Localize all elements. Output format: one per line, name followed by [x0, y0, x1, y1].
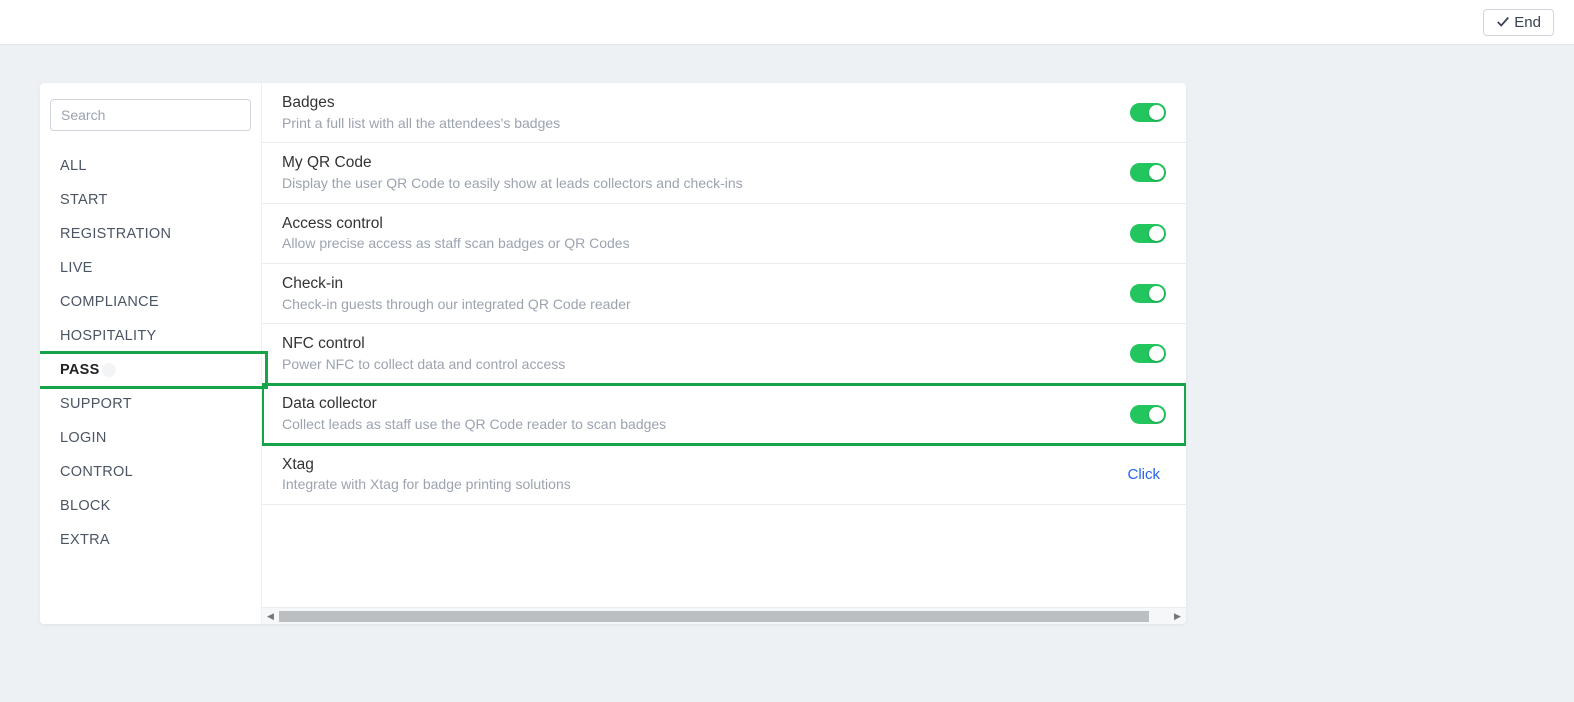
feature-click-link[interactable]: Click: [1128, 466, 1161, 483]
feature-title: Check-in: [282, 273, 1130, 295]
feature-text: XtagIntegrate with Xtag for badge printi…: [282, 454, 1128, 495]
feature-title: Badges: [282, 92, 1130, 114]
page-background: ALL START REGISTRATION LIVE COMPLIANCE HOSPIT…: [0, 45, 1574, 702]
sidebar-item-all[interactable]: ALL: [50, 149, 251, 183]
sidebar-item-label: PASS: [60, 362, 100, 378]
sidebar-item-label: REGISTRATION: [60, 226, 171, 242]
feature-title: Access control: [282, 213, 1130, 235]
sidebar-item-label: HOSPITALITY: [60, 328, 157, 344]
sidebar-item-live[interactable]: LIVE: [50, 251, 251, 285]
feature-row-check-in: Check-inCheck-in guests through our inte…: [262, 264, 1186, 324]
feature-row-badges: BadgesPrint a full list with all the att…: [262, 83, 1186, 143]
sidebar-item-label: COMPLIANCE: [60, 294, 159, 310]
feature-text: BadgesPrint a full list with all the att…: [282, 92, 1130, 133]
sidebar-item-control[interactable]: CONTROL: [50, 455, 251, 489]
feature-description: Print a full list with all the attendees…: [282, 114, 1130, 134]
sidebar-item-compliance[interactable]: COMPLIANCE: [50, 285, 251, 319]
sidebar-item-registration[interactable]: REGISTRATION: [50, 217, 251, 251]
end-button-label: End: [1514, 14, 1541, 31]
nav-list: ALL START REGISTRATION LIVE COMPLIANCE HOSPIT…: [50, 149, 251, 557]
content-panel: BadgesPrint a full list with all the att…: [262, 83, 1186, 624]
sidebar-item-label: LOGIN: [60, 430, 107, 446]
feature-row-my-qr-code: My QR CodeDisplay the user QR Code to ea…: [262, 143, 1186, 203]
sidebar-item-label: EXTRA: [60, 532, 110, 548]
sidebar-item-block[interactable]: BLOCK: [50, 489, 251, 523]
search-input[interactable]: [50, 99, 251, 131]
horizontal-scrollbar[interactable]: ◀ ▶: [262, 607, 1186, 624]
feature-title: Data collector: [282, 393, 1130, 415]
feature-description: Collect leads as staff use the QR Code r…: [282, 415, 1130, 435]
feature-text: Check-inCheck-in guests through our inte…: [282, 273, 1130, 314]
sidebar-item-label: BLOCK: [60, 498, 111, 514]
end-button[interactable]: End: [1483, 9, 1554, 36]
feature-text: NFC controlPower NFC to collect data and…: [282, 333, 1130, 374]
sidebar-item-label: LIVE: [60, 260, 93, 276]
sidebar-item-login[interactable]: LOGIN: [50, 421, 251, 455]
feature-row-access-control: Access controlAllow precise access as st…: [262, 204, 1186, 264]
feature-toggle[interactable]: [1130, 405, 1166, 424]
check-icon: [1496, 15, 1510, 29]
feature-text: My QR CodeDisplay the user QR Code to ea…: [282, 152, 1130, 193]
feature-toggle[interactable]: [1130, 344, 1166, 363]
feature-title: NFC control: [282, 333, 1130, 355]
scrollbar-track-inner: [279, 611, 1169, 622]
sidebar: ALL START REGISTRATION LIVE COMPLIANCE HOSPIT…: [40, 83, 262, 624]
feature-toggle[interactable]: [1130, 163, 1166, 182]
feature-toggle[interactable]: [1130, 224, 1166, 243]
sidebar-item-start[interactable]: START: [50, 183, 251, 217]
feature-text: Data collectorCollect leads as staff use…: [282, 393, 1130, 434]
settings-card: ALL START REGISTRATION LIVE COMPLIANCE HOSPIT…: [40, 83, 1186, 624]
feature-description: Allow precise access as staff scan badge…: [282, 234, 1130, 254]
scrollbar-thumb[interactable]: [279, 611, 1149, 622]
feature-description: Power NFC to collect data and control ac…: [282, 355, 1130, 375]
scroll-left-arrow[interactable]: ◀: [262, 608, 279, 625]
sidebar-item-label: ALL: [60, 158, 87, 174]
feature-toggle[interactable]: [1130, 103, 1166, 122]
sidebar-item-hospitality[interactable]: HOSPITALITY: [50, 319, 251, 353]
sidebar-item-label: START: [60, 192, 108, 208]
feature-row-xtag: XtagIntegrate with Xtag for badge printi…: [262, 445, 1186, 505]
sidebar-item-support[interactable]: SUPPORT: [50, 387, 251, 421]
sidebar-item-label: SUPPORT: [60, 396, 132, 412]
feature-description: Integrate with Xtag for badge printing s…: [282, 475, 1128, 495]
feature-toggle[interactable]: [1130, 284, 1166, 303]
feature-title: Xtag: [282, 454, 1128, 476]
scroll-right-arrow[interactable]: ▶: [1169, 608, 1186, 625]
feature-row-data-collector: Data collectorCollect leads as staff use…: [262, 384, 1186, 444]
feature-list: BadgesPrint a full list with all the att…: [262, 83, 1186, 607]
sidebar-item-pass[interactable]: PASS: [40, 353, 266, 387]
feature-description: Check-in guests through our integrated Q…: [282, 295, 1130, 315]
sidebar-item-extra[interactable]: EXTRA: [50, 523, 251, 557]
sidebar-item-label: CONTROL: [60, 464, 133, 480]
feature-title: My QR Code: [282, 152, 1130, 174]
sidebar-item-badge: [102, 363, 116, 377]
feature-description: Display the user QR Code to easily show …: [282, 174, 1130, 194]
feature-text: Access controlAllow precise access as st…: [282, 213, 1130, 254]
topbar: End: [0, 0, 1574, 45]
feature-row-nfc-control: NFC controlPower NFC to collect data and…: [262, 324, 1186, 384]
